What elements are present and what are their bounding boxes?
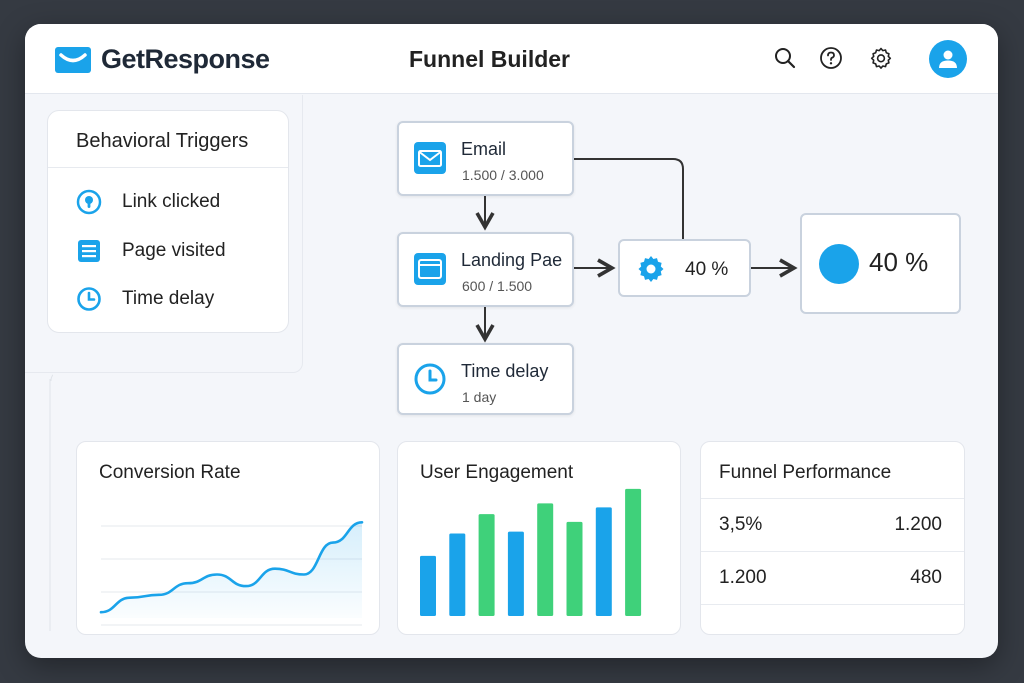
clock-icon [413, 362, 447, 396]
browser-window-icon [413, 252, 447, 286]
engagement-bar [625, 488, 642, 616]
table-row: 3,5% 1.200 [701, 498, 964, 552]
table-row: 1.200 480 [701, 551, 964, 605]
engagement-bar [566, 521, 583, 616]
conversion-rate-card: Conversion Rate [76, 441, 380, 635]
flow-node-time-delay[interactable]: Time delay 1 day [397, 343, 574, 415]
app-window: GetResponse Funnel Builder Behavioral Tr… [25, 24, 998, 658]
conversion-rate-chart [99, 521, 364, 626]
row-left-value: 3,5% [719, 514, 763, 535]
funnel-performance-card: Funnel Performance 3,5% 1.200 1.200 480 [700, 441, 965, 635]
user-engagement-card: User Engagement [397, 441, 681, 635]
node-title: Email [461, 139, 507, 159]
node-title: Time delay [461, 361, 549, 381]
engagement-bar [449, 533, 466, 616]
row-right-value: 480 [910, 567, 942, 588]
gear-icon [636, 254, 666, 284]
engagement-bar [595, 507, 612, 616]
row-left-value: 1.200 [719, 567, 767, 588]
engagement-bar [537, 503, 554, 616]
node-stats: 1.500 / 3.000 [462, 167, 544, 183]
engagement-bar [420, 555, 436, 616]
node-stats: 600 / 1.500 [462, 278, 533, 294]
mail-icon [413, 141, 447, 175]
engagement-bar [507, 531, 524, 616]
conversion-area-fill [101, 522, 362, 618]
divider [701, 604, 964, 605]
flow-node-landing-page[interactable]: Landing Pae 600 / 1.500 [397, 232, 574, 307]
result-dot [819, 244, 859, 284]
flow-node-result[interactable]: 40 % [800, 213, 961, 314]
user-engagement-chart [420, 488, 642, 616]
flow-node-condition[interactable]: 40 % [618, 239, 751, 297]
node-stats: 1 day [462, 389, 497, 405]
condition-value: 40 % [685, 259, 729, 280]
node-title: Landing Pae [461, 250, 563, 270]
row-right-value: 1.200 [894, 514, 942, 535]
card-title: Funnel Performance [719, 462, 892, 483]
engagement-bar [478, 514, 495, 616]
result-value: 40 % [869, 247, 929, 277]
flow-node-email[interactable]: Email 1.500 / 3.000 [397, 121, 574, 196]
